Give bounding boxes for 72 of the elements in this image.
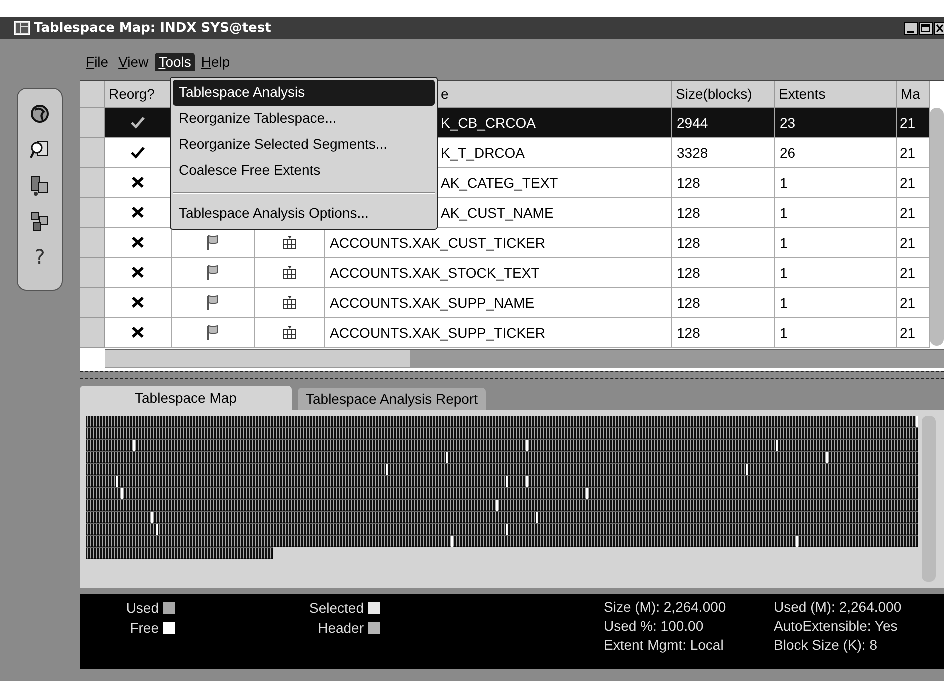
segment-icon <box>282 326 296 340</box>
menu-item[interactable]: File <box>82 53 113 71</box>
stat-text: Size (M): 2,264.000 <box>604 599 728 615</box>
table-cell: 1 <box>775 168 897 198</box>
flag-icon <box>207 264 219 280</box>
legend-label: Free <box>130 620 159 636</box>
segment-icon <box>282 236 296 250</box>
tab[interactable]: Tablespace Map <box>80 386 292 410</box>
row-header[interactable] <box>80 258 105 288</box>
column-header[interactable]: Ma <box>897 81 930 108</box>
table-cell: 1 <box>775 318 897 348</box>
segment-icon <box>282 296 296 310</box>
table-cell: ACCOUNTS.XAK_SUPP_NAME <box>325 288 672 318</box>
table-cell: 128 <box>672 228 775 258</box>
legend-label: Selected <box>310 600 364 616</box>
flag-icon <box>207 294 219 310</box>
database-icon[interactable] <box>30 175 50 197</box>
column-header[interactable]: Reorg? <box>105 81 172 108</box>
row-header[interactable] <box>80 108 105 138</box>
menu-item[interactable]: Help <box>197 53 234 71</box>
legend-label: Used <box>126 600 159 616</box>
horizontal-scrollbar[interactable] <box>105 349 944 368</box>
vertical-scrollbar[interactable] <box>930 108 944 346</box>
header-cell <box>80 81 105 108</box>
stat-text: Extent Mgmt: Local <box>604 637 725 653</box>
column-header[interactable]: Extents <box>775 81 897 108</box>
window-title: Tablespace Map: INDX SYS@test <box>34 20 272 36</box>
vertical-scrollbar[interactable] <box>922 416 936 582</box>
table-cell: 128 <box>672 318 775 348</box>
table-cell: 128 <box>672 258 775 288</box>
column-header[interactable]: Size(blocks) <box>672 81 775 108</box>
segment-icon <box>282 266 296 280</box>
row-header[interactable] <box>80 228 105 258</box>
help-button[interactable]: ? <box>34 247 46 267</box>
maximize-icon[interactable] <box>919 22 933 34</box>
table-cell: 1 <box>775 288 897 318</box>
row-header[interactable] <box>80 168 105 198</box>
table-cell: 23 <box>775 108 897 138</box>
globe-icon[interactable] <box>30 103 50 125</box>
menu-item[interactable]: View <box>114 53 153 71</box>
splitter-handle[interactable] <box>80 371 944 379</box>
row-header[interactable] <box>80 318 105 348</box>
row-header[interactable] <box>80 288 105 318</box>
table-cell: 128 <box>672 198 775 228</box>
row-header[interactable] <box>80 198 105 228</box>
menu-item[interactable]: Tools <box>154 53 196 71</box>
table-cell: 1 <box>775 258 897 288</box>
flag-icon <box>207 234 219 250</box>
table-cell: 26 <box>775 138 897 168</box>
table-cell: 128 <box>672 168 775 198</box>
table-cell: 3328 <box>672 138 775 168</box>
row-header[interactable] <box>80 138 105 168</box>
table-cell: 1 <box>775 198 897 228</box>
table-cell: ACCOUNTS.XAK_STOCK_TEXT <box>325 258 672 288</box>
table-cell: 128 <box>672 288 775 318</box>
table-cell: 2944 <box>672 108 775 138</box>
table-cell: ACCOUNTS.XAK_SUPP_TICKER <box>325 318 672 348</box>
close-icon[interactable] <box>934 22 944 34</box>
network-icon[interactable] <box>30 211 50 233</box>
legend-label: Header <box>318 620 364 636</box>
menu-item[interactable]: Tablespace Analysis <box>173 80 435 106</box>
stat-text: Block Size (K): 8 <box>774 637 878 653</box>
table-cell: 21 <box>897 108 930 138</box>
minimize-icon[interactable] <box>904 22 918 34</box>
table-cell: 1 <box>775 228 897 258</box>
stat-text: AutoExtensible: Yes <box>774 618 899 634</box>
stat-text: Used (M): 2,264.000 <box>774 599 903 615</box>
flag-icon <box>207 324 219 340</box>
app-icon <box>14 21 30 35</box>
stat-text: Used %: 100.00 <box>604 618 705 634</box>
tab[interactable]: Tablespace Analysis Report <box>298 388 486 410</box>
search-icon[interactable] <box>30 139 50 161</box>
